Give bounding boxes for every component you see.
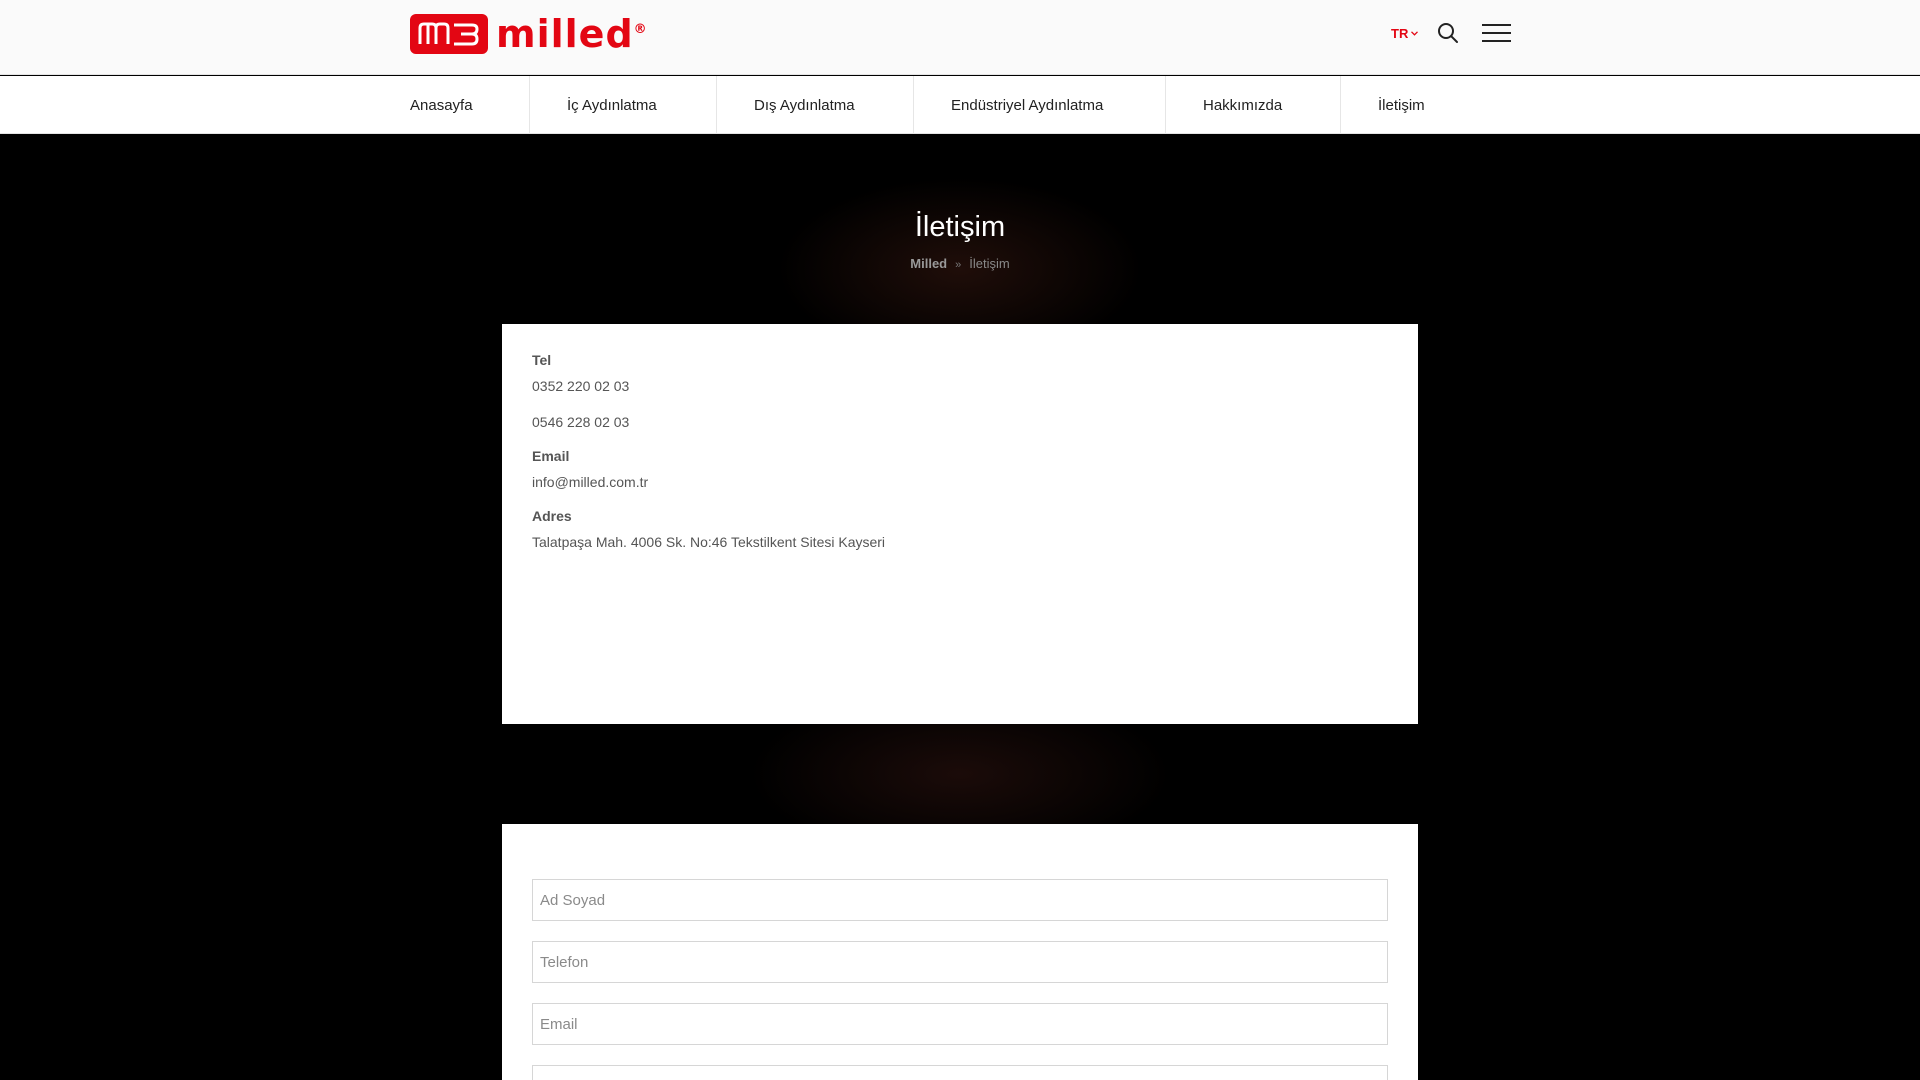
contact-info-card: Tel 0352 220 02 03 0546 228 02 03 Email …	[502, 324, 1418, 724]
registered-mark: ®	[633, 22, 648, 37]
message-input[interactable]	[532, 1065, 1388, 1080]
name-input[interactable]	[532, 879, 1388, 921]
address-label: Adres	[532, 508, 572, 524]
nav-divider	[716, 76, 717, 134]
page-title: İletişim	[914, 211, 1006, 243]
breadcrumb-separator: »	[955, 259, 962, 271]
site-header: milled ® TR	[0, 0, 1920, 75]
address-value: Talatpaşa Mah. 4006 Sk. No:46 Tekstilken…	[532, 534, 886, 550]
chevron-down-icon	[1411, 29, 1419, 38]
hamburger-menu-icon	[1482, 24, 1511, 42]
tel-label: Tel	[532, 352, 552, 368]
tel-value-1[interactable]: 0352 220 02 03	[532, 378, 1388, 394]
nav-item-label: Dış Aydınlatma	[754, 96, 855, 114]
language-selector[interactable]: TR	[1391, 26, 1419, 41]
nav-divider	[529, 76, 530, 134]
nav-item-contact[interactable]: İletişim	[1378, 76, 1425, 134]
milled-logo[interactable]: milled ®	[410, 12, 647, 56]
nav-item-label: İç Aydınlatma	[567, 96, 657, 114]
email-input[interactable]	[532, 1003, 1388, 1045]
breadcrumb: Milled » İletişim	[0, 256, 1920, 271]
nav-item-label: İletişim	[1378, 96, 1425, 114]
logo-text: milled	[496, 12, 634, 56]
tel-value-2[interactable]: 0546 228 02 03	[532, 414, 1388, 430]
email-value[interactable]: info@milled.com.tr	[532, 474, 1388, 490]
nav-item-label: Hakkımızda	[1203, 96, 1283, 114]
m3-logo-mark	[418, 22, 479, 46]
nav-item-industrial-lighting[interactable]: Endüstriyel Aydınlatma	[951, 76, 1103, 134]
logo-wordmark: milled ®	[496, 12, 647, 56]
nav-divider	[1340, 76, 1341, 134]
nav-item-home[interactable]: Anasayfa	[410, 76, 473, 134]
logo-badge	[410, 14, 488, 54]
breadcrumb-home-link[interactable]: Milled	[910, 256, 947, 271]
nav-item-outdoor-lighting[interactable]: Dış Aydınlatma	[754, 76, 855, 134]
main-navigation: Anasayfa İç Aydınlatma Dış Aydınlatma En…	[0, 76, 1920, 134]
search-icon	[1438, 23, 1458, 43]
nav-item-about[interactable]: Hakkımızda	[1203, 76, 1282, 134]
nav-item-label: Endüstriyel Aydınlatma	[951, 96, 1104, 114]
menu-button[interactable]	[1482, 23, 1511, 43]
language-code: TR	[1391, 26, 1409, 41]
search-button[interactable]	[1437, 22, 1459, 44]
nav-divider	[1165, 76, 1166, 134]
email-label: Email	[532, 448, 570, 464]
breadcrumb-current: İletişim	[969, 256, 1010, 271]
contact-form	[502, 824, 1418, 1080]
phone-input[interactable]	[532, 941, 1388, 983]
nav-item-indoor-lighting[interactable]: İç Aydınlatma	[567, 76, 657, 134]
nav-item-label: Anasayfa	[410, 96, 473, 114]
nav-divider	[913, 76, 914, 134]
